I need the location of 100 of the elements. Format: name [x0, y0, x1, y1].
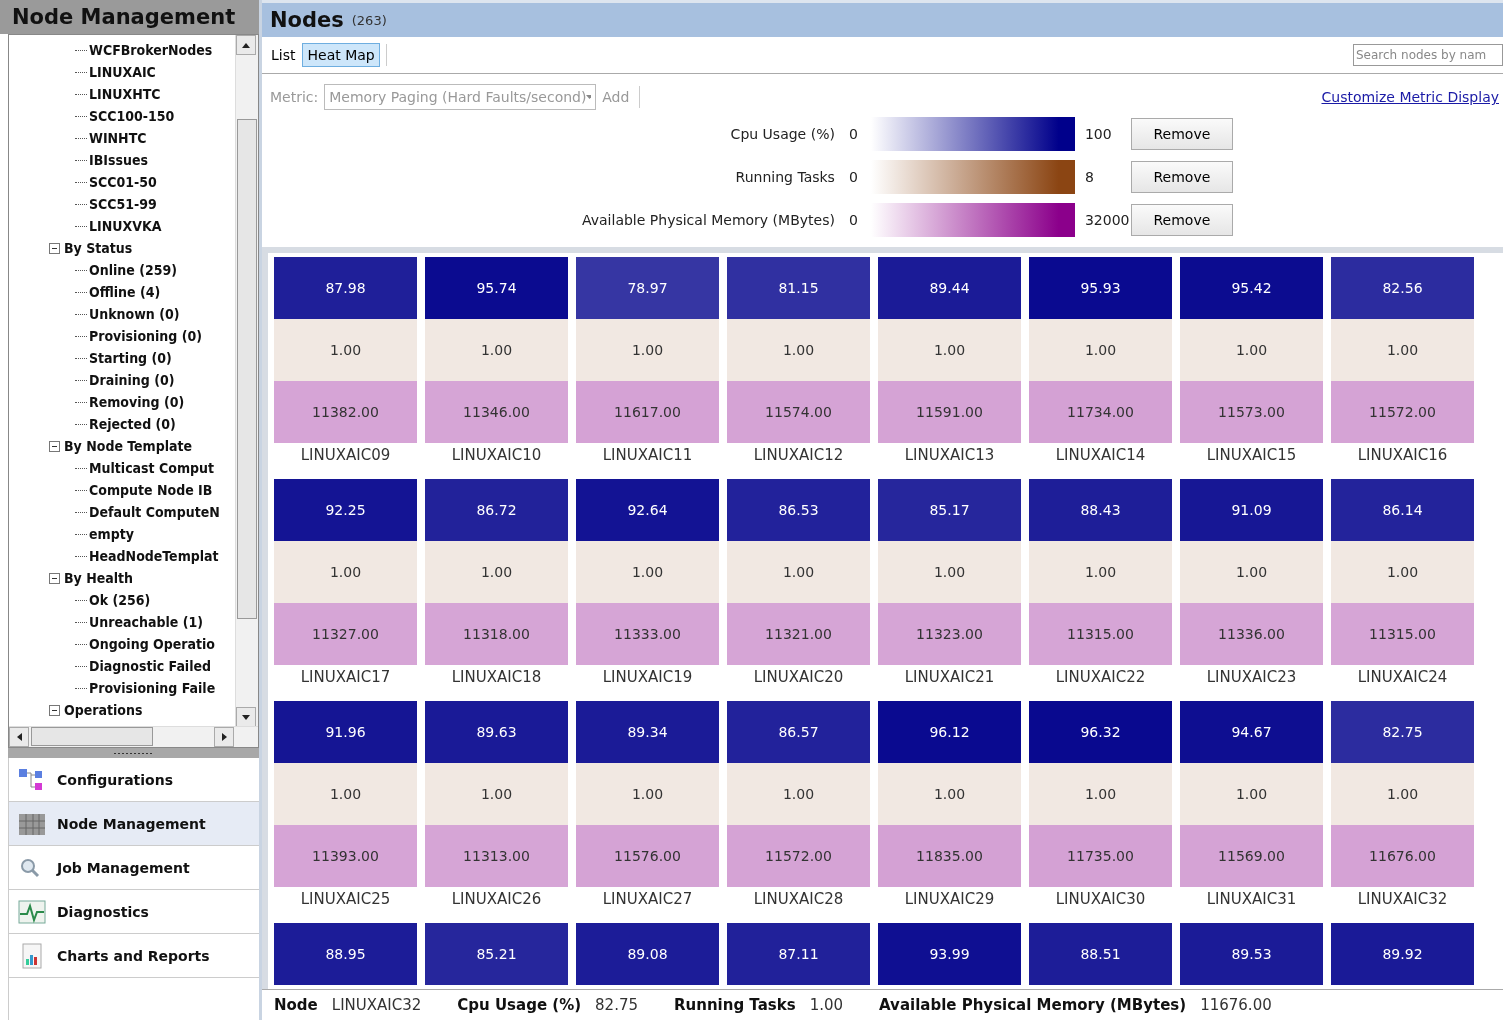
tree-item[interactable]: Ongoing Operatio: [89, 636, 215, 652]
heat-cell[interactable]: 86.57: [727, 701, 870, 763]
heat-cell[interactable]: 1.00: [425, 763, 568, 825]
tree-item[interactable]: SCC01-50: [89, 174, 157, 190]
scroll-up-icon[interactable]: [242, 42, 250, 48]
remove-button[interactable]: Remove: [1130, 161, 1233, 193]
view-tab[interactable]: List: [266, 43, 301, 67]
heat-cell[interactable]: 1.00: [425, 541, 568, 603]
heat-cell[interactable]: 1.00: [274, 763, 417, 825]
heat-cell[interactable]: 95.42: [1180, 257, 1323, 319]
heat-cell[interactable]: 1.00: [425, 319, 568, 381]
heat-cell[interactable]: 91.09: [1180, 479, 1323, 541]
heat-cell[interactable]: 11346.00: [425, 381, 568, 443]
heat-cell[interactable]: 85.17: [878, 479, 1021, 541]
heat-cell[interactable]: 86.72: [425, 479, 568, 541]
heat-cell[interactable]: 11676.00: [1331, 825, 1474, 887]
tree-item[interactable]: Offline (4): [89, 284, 161, 300]
heat-cell[interactable]: 1.00: [1180, 541, 1323, 603]
heat-cell[interactable]: 87.11: [727, 923, 870, 985]
heat-cell[interactable]: 91.96: [274, 701, 417, 763]
heat-cell[interactable]: 11591.00: [878, 381, 1021, 443]
remove-button[interactable]: Remove: [1130, 118, 1233, 150]
heat-cell[interactable]: 1.00: [727, 541, 870, 603]
heat-cell[interactable]: 94.67: [1180, 701, 1323, 763]
tree-item[interactable]: Draining (0): [89, 372, 175, 388]
heat-cell[interactable]: 78.97: [576, 257, 719, 319]
heat-cell[interactable]: 1.00: [1029, 319, 1172, 381]
heat-cell[interactable]: 1.00: [727, 319, 870, 381]
scroll-left-icon[interactable]: [16, 733, 22, 741]
tree-item[interactable]: LINUXVKA: [89, 218, 162, 234]
heat-cell[interactable]: 92.25: [274, 479, 417, 541]
tree-item[interactable]: WINHTC: [89, 130, 147, 146]
tree-item[interactable]: IBIssues: [89, 152, 148, 168]
search-field[interactable]: Search nodes by nam: [1353, 44, 1503, 66]
heat-cell[interactable]: 1.00: [1180, 319, 1323, 381]
tree-item[interactable]: LINUXAIC: [89, 64, 156, 80]
heat-cell[interactable]: 11576.00: [576, 825, 719, 887]
heat-cell[interactable]: 81.15: [727, 257, 870, 319]
horizontal-scrollbar[interactable]: [9, 726, 258, 747]
tree-item[interactable]: Multicast Comput: [89, 460, 215, 476]
heat-cell[interactable]: 11735.00: [1029, 825, 1172, 887]
heat-cell[interactable]: 82.75: [1331, 701, 1474, 763]
tree-item[interactable]: Provisioning (0): [89, 328, 202, 344]
heat-cell[interactable]: 11333.00: [576, 603, 719, 665]
tree-item[interactable]: Removing (0): [89, 394, 185, 410]
heat-cell[interactable]: 95.74: [425, 257, 568, 319]
heat-cell[interactable]: 1.00: [576, 319, 719, 381]
tree-item[interactable]: Ok (256): [89, 592, 151, 608]
heat-cell[interactable]: 95.93: [1029, 257, 1172, 319]
heat-cell[interactable]: 1.00: [1029, 541, 1172, 603]
heat-cell[interactable]: 11327.00: [274, 603, 417, 665]
tree-item[interactable]: By Health: [64, 570, 134, 586]
heat-cell[interactable]: 85.21: [425, 923, 568, 985]
heat-cell[interactable]: 1.00: [1331, 541, 1474, 603]
heat-cell[interactable]: 11336.00: [1180, 603, 1323, 665]
collapse-icon[interactable]: [49, 242, 60, 254]
tree-item[interactable]: SCC100-150: [89, 108, 175, 124]
tree-item[interactable]: By Status: [64, 240, 133, 256]
tree-item[interactable]: LINUXHTC: [89, 86, 161, 102]
tree-item[interactable]: empty: [89, 526, 134, 542]
heat-cell[interactable]: 1.00: [878, 541, 1021, 603]
scroll-right-icon[interactable]: [221, 733, 227, 741]
view-tab[interactable]: Heat Map: [302, 43, 380, 67]
heat-cell[interactable]: 11574.00: [727, 381, 870, 443]
heat-cell[interactable]: 11318.00: [425, 603, 568, 665]
tree-item[interactable]: Unknown (0): [89, 306, 180, 322]
collapse-icon[interactable]: [49, 440, 60, 452]
tree-item[interactable]: Diagnostic Failed: [89, 658, 212, 674]
tree-item[interactable]: Online (259): [89, 262, 177, 278]
heat-cell[interactable]: 1.00: [727, 763, 870, 825]
heat-cell[interactable]: 1.00: [274, 319, 417, 381]
heat-cell[interactable]: 11734.00: [1029, 381, 1172, 443]
tree-item[interactable]: Compute Node IB: [89, 482, 213, 498]
heat-cell[interactable]: 1.00: [576, 763, 719, 825]
heat-cell[interactable]: 11572.00: [1331, 381, 1474, 443]
heat-cell[interactable]: 1.00: [1180, 763, 1323, 825]
customize-link[interactable]: Customize Metric Display: [1321, 89, 1499, 105]
heat-cell[interactable]: 88.51: [1029, 923, 1172, 985]
tree-item[interactable]: Rejected (0): [89, 416, 176, 432]
heat-cell[interactable]: 1.00: [576, 541, 719, 603]
heat-cell[interactable]: 89.34: [576, 701, 719, 763]
heat-cell[interactable]: 88.95: [274, 923, 417, 985]
heat-cell[interactable]: 11323.00: [878, 603, 1021, 665]
heat-cell[interactable]: 1.00: [274, 541, 417, 603]
heat-cell[interactable]: 1.00: [878, 319, 1021, 381]
heat-cell[interactable]: 89.92: [1331, 923, 1474, 985]
remove-button[interactable]: Remove: [1130, 204, 1233, 236]
heat-cell[interactable]: 11617.00: [576, 381, 719, 443]
heat-cell[interactable]: 89.44: [878, 257, 1021, 319]
heat-cell[interactable]: 11569.00: [1180, 825, 1323, 887]
nav-item[interactable]: Node Management: [9, 802, 259, 846]
heat-cell[interactable]: 96.12: [878, 701, 1021, 763]
heat-cell[interactable]: 93.99: [878, 923, 1021, 985]
heat-cell[interactable]: 11573.00: [1180, 381, 1323, 443]
heat-cell[interactable]: 96.32: [1029, 701, 1172, 763]
heat-cell[interactable]: 11572.00: [727, 825, 870, 887]
heat-cell[interactable]: 88.43: [1029, 479, 1172, 541]
heat-cell[interactable]: 1.00: [878, 763, 1021, 825]
heat-cell[interactable]: 11315.00: [1029, 603, 1172, 665]
heat-cell[interactable]: 11835.00: [878, 825, 1021, 887]
